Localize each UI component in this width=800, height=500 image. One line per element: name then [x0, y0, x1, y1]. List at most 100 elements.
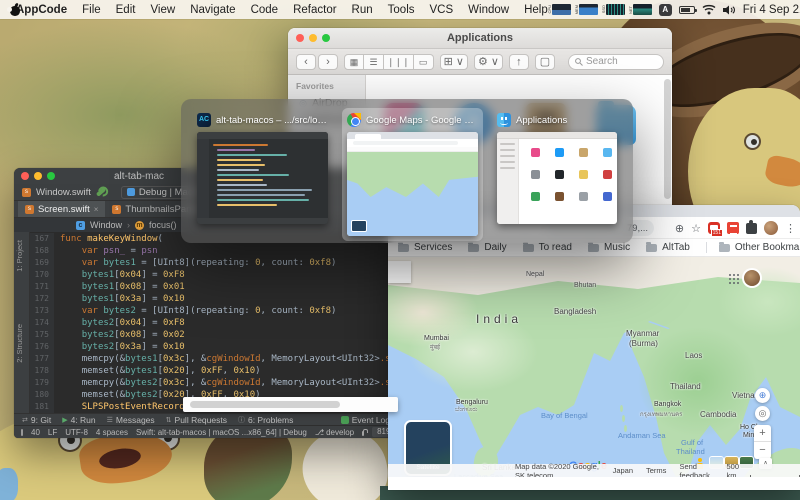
switcher-item-finder[interactable]: Applications — [492, 108, 622, 229]
appcode-traffic-lights[interactable] — [21, 172, 55, 180]
menu-run[interactable]: Run — [352, 4, 373, 16]
action-gear-button[interactable]: ⚙ ∨ — [473, 53, 503, 70]
git-branch[interactable]: ⎇ develop — [315, 428, 354, 437]
tags-button[interactable]: ▢ — [534, 53, 555, 70]
window-thumbnail-chrome[interactable] — [347, 132, 478, 236]
wrench-icon[interactable] — [95, 187, 107, 197]
tool-window-bar: ⇄ 9: Git ▶ 4: Run ☰ Messages ⇅ Pull Requests ⓘ 6:… — [14, 413, 398, 425]
extension-icon-red[interactable]: 151 — [708, 222, 723, 237]
google-map[interactable]: Nepal Bhutan Bangladesh India Myanmar (Burma)… — [388, 257, 800, 477]
back-button[interactable]: ‹ — [296, 53, 316, 70]
map-label: Cambodia — [700, 410, 737, 419]
extension-badge: 151 — [710, 229, 723, 237]
switcher-item-appcode[interactable]: AC alt-tab-macos – .../src/logic... — [192, 108, 333, 229]
window-thumbnail-finder[interactable] — [497, 132, 617, 224]
menu-navigate[interactable]: Navigate — [190, 4, 235, 16]
bookmark-alttab[interactable]: AltTab — [646, 241, 690, 253]
code-area[interactable]: 167 func makeKeyWindow(168 var psn_ = psn… — [30, 232, 398, 413]
ssd-widget[interactable]: SSD — [601, 4, 625, 15]
tool-button-6-problems[interactable]: ⓘ 6: Problems — [238, 415, 293, 425]
wifi-icon[interactable] — [702, 4, 716, 15]
volume-icon[interactable] — [722, 5, 736, 15]
bookmark-music[interactable]: Music — [587, 241, 630, 253]
tool-button-messages[interactable]: ☰ Messages — [107, 415, 155, 425]
cpu-graph-icon — [551, 4, 571, 15]
tab-screen-swift[interactable]: s Screen.swift × — [18, 201, 106, 217]
bookmark-services[interactable]: Services — [398, 241, 452, 253]
event-log-button[interactable]: Event Log — [340, 415, 390, 425]
bookmark-star-icon[interactable]: ☆ — [691, 222, 701, 235]
tool-button-icon: ⓘ — [237, 416, 245, 424]
status-item: LF — [47, 427, 58, 437]
window-thumbnail-appcode[interactable] — [197, 132, 328, 224]
breadcrumb-method[interactable]: focus() — [149, 220, 177, 230]
share-button[interactable]: ↑ — [508, 53, 529, 70]
finder-titlebar[interactable]: Applications — [288, 28, 672, 49]
zoom-in-button[interactable]: + — [754, 425, 771, 442]
breadcrumb-class[interactable]: Window — [90, 220, 122, 230]
cpu-widget[interactable]: CPU — [547, 4, 571, 15]
map-label: Thailand — [670, 382, 701, 391]
gallery-view-button[interactable]: ▭ — [413, 53, 434, 70]
zoom-control[interactable]: + − — [754, 425, 771, 459]
folder-icon — [398, 241, 409, 252]
close-button[interactable] — [21, 172, 29, 180]
bookmark-to-read[interactable]: To read — [522, 241, 572, 253]
net-label: NET — [627, 5, 633, 14]
net-widget[interactable]: NET — [627, 4, 652, 15]
status-item: 40 — [31, 427, 40, 437]
other-bookmarks[interactable]: Other Bookmarks — [705, 241, 800, 253]
menubar-clock[interactable]: Fri 4 Sep 21:08 — [743, 4, 800, 16]
tool-button-4-run[interactable]: ▶ 4: Run — [62, 415, 95, 425]
extension-icon-red2[interactable] — [727, 222, 739, 234]
attribution-link-feedback[interactable]: Send feedback — [679, 462, 713, 478]
column-view-button[interactable]: ❘❘❘ — [384, 53, 414, 70]
switcher-item-chrome-selected[interactable]: Google Maps - Google Chr... — [342, 108, 483, 241]
group-button[interactable]: ⊞ ∨ — [439, 53, 468, 70]
search-icon — [575, 57, 583, 66]
line-number: 181 — [30, 401, 54, 413]
close-tab-icon[interactable]: × — [94, 205, 99, 214]
menu-code[interactable]: Code — [251, 4, 279, 16]
menu-help[interactable]: Help — [524, 4, 548, 16]
menu-window[interactable]: Window — [468, 4, 509, 16]
menu-appcode[interactable]: AppCode — [16, 4, 67, 16]
scrollbar[interactable] — [664, 79, 671, 199]
line-number: 168 — [30, 245, 54, 257]
menu-refactor[interactable]: Refactor — [293, 4, 336, 16]
minimize-button[interactable] — [34, 172, 42, 180]
menu-view[interactable]: View — [150, 4, 175, 16]
menu-file[interactable]: File — [82, 4, 101, 16]
map-globe-button[interactable]: ⊕ — [755, 388, 770, 403]
zoom-button[interactable] — [47, 172, 55, 180]
alttab-menubar-icon[interactable]: A — [658, 3, 672, 16]
attribution-link-terms[interactable]: Terms — [646, 466, 666, 475]
google-account-avatar[interactable] — [744, 270, 760, 286]
stripe-project-button[interactable]: 1: Project — [15, 240, 24, 272]
stripe-structure-button[interactable]: 2: Structure — [15, 324, 24, 363]
chrome-menu-icon[interactable]: ⋮ — [785, 222, 796, 235]
menu-edit[interactable]: Edit — [116, 4, 136, 16]
profile-avatar[interactable] — [764, 221, 778, 235]
bookmark-daily[interactable]: Daily — [468, 241, 507, 253]
extensions-puzzle-icon[interactable] — [746, 219, 757, 234]
attribution-link-japan[interactable]: Japan — [613, 466, 633, 475]
nav-file-name[interactable]: Window.swift — [36, 187, 91, 198]
finder-search-field[interactable]: Search — [568, 53, 664, 70]
list-view-button[interactable]: ☰ — [364, 53, 384, 70]
zoom-out-button[interactable]: − — [754, 442, 771, 458]
google-apps-grid-icon[interactable] — [729, 274, 731, 276]
reading-list-icon[interactable]: ⊕ — [675, 222, 684, 235]
my-location-button[interactable]: ◎ — [755, 406, 770, 421]
code-line: 172 bytes1[0x3a] = 0x10 — [30, 293, 398, 305]
battery-icon[interactable] — [678, 5, 697, 14]
map-attribution-bar: Map data ©2020 Google, SK telecom Japan … — [388, 462, 800, 478]
icon-view-button[interactable]: ▦ — [344, 53, 364, 70]
mem-widget[interactable]: MEM — [574, 4, 598, 15]
tool-button-pull-requests[interactable]: ⇅ Pull Requests — [166, 415, 227, 425]
forward-button[interactable]: › — [318, 53, 338, 70]
menu-vcs[interactable]: VCS — [430, 4, 454, 16]
code-editor[interactable]: 1: Project 2: Structure 167 func makeKeyW… — [14, 232, 398, 413]
menu-tools[interactable]: Tools — [388, 4, 415, 16]
tool-button-9-git[interactable]: ⇄ 9: Git — [22, 415, 51, 425]
